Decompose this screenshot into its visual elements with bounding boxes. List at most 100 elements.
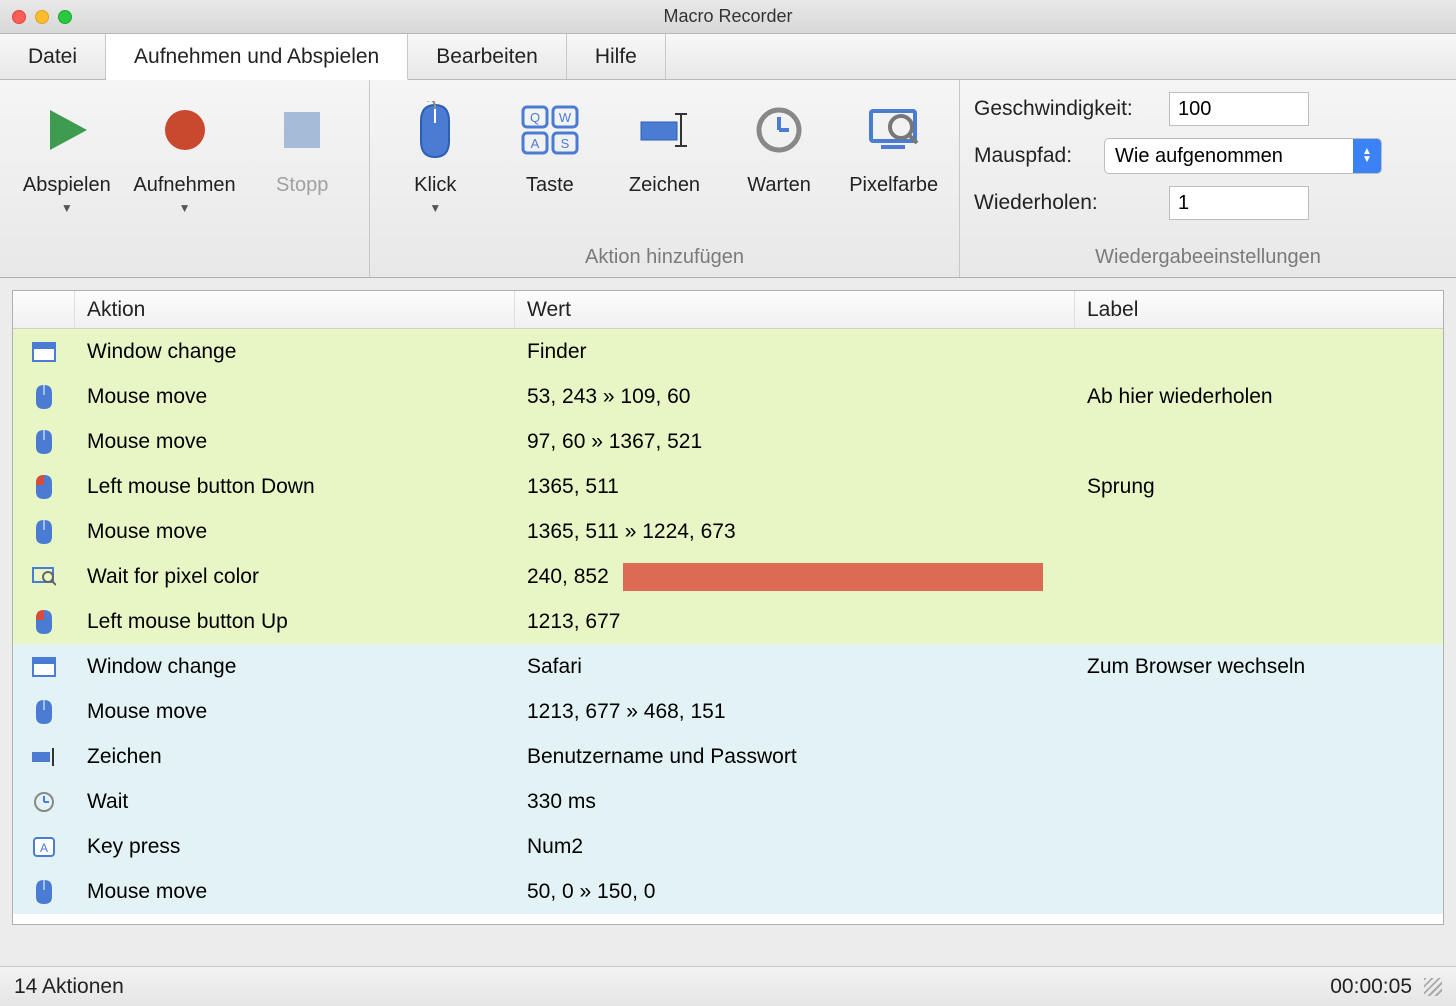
speed-input[interactable] [1169,92,1309,126]
play-icon [42,94,92,166]
table-header: Aktion Wert Label [13,291,1443,329]
tab-aufnehmen[interactable]: Aufnehmen und Abspielen [106,34,408,80]
row-icon [13,609,75,635]
table-row[interactable]: Wait for pixel color 240, 852 [13,554,1443,599]
status-count: 14 Aktionen [14,975,124,999]
group-label [12,246,357,273]
cell-action: Zeichen [75,745,515,769]
stop-button[interactable]: Stopp [247,88,357,197]
window-controls [12,10,72,24]
svg-text:W: W [559,110,572,125]
chevron-updown-icon: ▲▼ [1353,139,1381,173]
wait-button[interactable]: Warten [726,88,833,197]
cell-value: 50, 0 » 150, 0 [527,880,655,904]
col-value[interactable]: Wert [515,291,1075,328]
click-button[interactable]: Klick ▼ [382,88,489,215]
status-time: 00:00:05 [1330,975,1412,999]
settings-group-label: Wiedergabeeinstellungen [974,246,1442,273]
table-row[interactable]: Mouse move1213, 677 » 468, 151 [13,689,1443,734]
table-row[interactable]: Wait330 ms [13,779,1443,824]
col-label[interactable]: Label [1075,291,1443,328]
ribbon-tabs: Datei Aufnehmen und Abspielen Bearbeiten… [0,34,1456,80]
speed-label: Geschwindigkeit: [974,97,1159,121]
chevron-down-icon: ▼ [61,201,73,215]
cell-action: Wait [75,790,515,814]
row-icon [13,342,75,362]
stop-label: Stopp [276,174,328,197]
record-icon [160,94,210,166]
maximize-icon[interactable] [58,10,72,24]
close-icon[interactable] [12,10,26,24]
col-action[interactable]: Aktion [75,291,515,328]
group-add-action: Klick ▼ Q W A S Taste Zeichen [370,80,960,277]
cell-value: 1213, 677 [527,610,620,634]
click-label: Klick [414,174,456,197]
tab-bearbeiten[interactable]: Bearbeiten [408,34,567,79]
cell-action: Window change [75,655,515,679]
cell-value: 97, 60 » 1367, 521 [527,430,702,454]
table-row[interactable]: Zeichen Benutzername und Passwort [13,734,1443,779]
play-label: Abspielen [23,174,111,197]
cell-action: Left mouse button Down [75,475,515,499]
cell-action: Mouse move [75,385,515,409]
mouse-icon [413,94,457,166]
text-cursor-icon [637,94,691,166]
cell-label: Zum Browser wechseln [1075,655,1443,679]
table-row[interactable]: Window changeFinder [13,329,1443,374]
color-swatch [623,563,1043,591]
cell-action: Left mouse button Up [75,610,515,634]
row-icon [13,429,75,455]
statusbar: 14 Aktionen 00:00:05 [0,966,1456,1006]
key-button[interactable]: Q W A S Taste [497,88,604,197]
table-row[interactable]: Mouse move50, 0 » 150, 0 [13,869,1443,914]
play-button[interactable]: Abspielen ▼ [12,88,122,215]
char-button[interactable]: Zeichen [611,88,718,197]
window-title: Macro Recorder [0,6,1456,27]
table-row[interactable]: Mouse move53, 243 » 109, 60Ab hier wiede… [13,374,1443,419]
ribbon: Abspielen ▼ Aufnehmen ▼ Stopp [0,80,1456,278]
cell-value: 240, 852 [527,565,609,589]
record-button[interactable]: Aufnehmen ▼ [130,88,240,215]
cell-value: Benutzername und Passwort [527,745,797,769]
cell-action: Mouse move [75,430,515,454]
row-icon: A [13,837,75,857]
row-icon [13,657,75,677]
minimize-icon[interactable] [35,10,49,24]
table-row[interactable]: Mouse move 97, 60 » 1367, 521 [13,419,1443,464]
table-body: Window changeFinder Mouse move 53, 243 » 1… [13,329,1443,914]
row-icon [13,747,75,767]
repeat-label: Wiederholen: [974,191,1159,215]
group-settings: Geschwindigkeit: Mauspfad: Wie aufgenomm… [960,80,1456,277]
table-row[interactable]: AKey pressNum2 [13,824,1443,869]
row-icon [13,566,75,588]
cell-value: 53, 243 » 109, 60 [527,385,690,409]
mousepath-select[interactable]: Wie aufgenommen ▲▼ [1104,138,1382,174]
titlebar: Macro Recorder [0,0,1456,34]
row-icon [13,474,75,500]
cell-action: Key press [75,835,515,859]
repeat-input[interactable] [1169,186,1309,220]
chevron-down-icon: ▼ [429,201,441,215]
cell-action: Mouse move [75,700,515,724]
record-label: Aufnehmen [133,174,235,197]
cell-label: Sprung [1075,475,1443,499]
svg-text:A: A [531,136,540,151]
cell-action: Window change [75,340,515,364]
wait-label: Warten [747,174,811,197]
tab-hilfe[interactable]: Hilfe [567,34,666,79]
cell-action: Wait for pixel color [75,565,515,589]
table-row[interactable]: Left mouse button Up 1213, 677 [13,599,1443,644]
table-row[interactable]: Window changeSafariZum Browser wechseln [13,644,1443,689]
tab-datei[interactable]: Datei [0,34,106,79]
table-row[interactable]: Left mouse button Down 1365, 511 Sprung [13,464,1443,509]
cell-value: 1365, 511 » 1224, 673 [527,520,736,544]
clock-icon [754,94,804,166]
cell-action: Mouse move [75,520,515,544]
cell-value: 1365, 511 [527,475,619,499]
resize-grip-icon[interactable] [1424,978,1442,996]
table-row[interactable]: Mouse move 1365, 511 » 1224, 673 [13,509,1443,554]
pixel-button[interactable]: Pixelfarbe [840,88,947,197]
col-icon[interactable] [13,291,75,328]
pixel-label: Pixelfarbe [849,174,938,197]
group-playback: Abspielen ▼ Aufnehmen ▼ Stopp [0,80,370,277]
